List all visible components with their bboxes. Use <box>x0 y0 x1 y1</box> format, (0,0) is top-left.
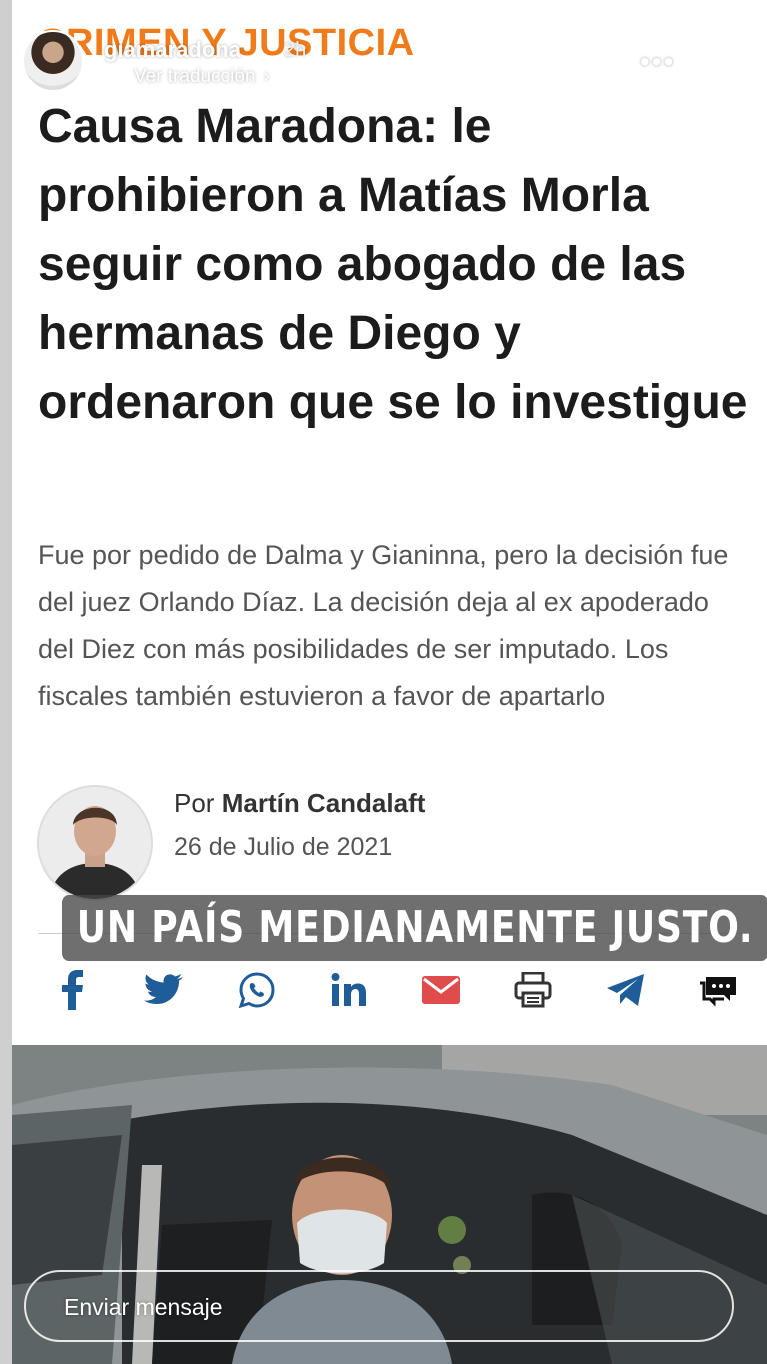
author-name[interactable]: Martín Candalaft <box>222 788 426 818</box>
story-progress-bar <box>20 15 747 18</box>
comments-icon[interactable] <box>696 968 740 1012</box>
send-message-input[interactable]: Enviar mensaje <box>24 1270 734 1342</box>
facebook-icon[interactable] <box>50 968 94 1012</box>
avatar[interactable] <box>22 30 84 92</box>
share-bar <box>50 968 740 1012</box>
print-icon[interactable] <box>511 968 555 1012</box>
translate-label: Ver traducción <box>134 66 256 87</box>
whatsapp-icon[interactable] <box>235 968 279 1012</box>
author-avatar <box>37 785 153 901</box>
instagram-story: CRIMEN Y JUSTICIA giamaradona 2h Ver tra… <box>0 0 767 1364</box>
story-username[interactable]: giamaradona <box>104 37 241 63</box>
linkedin-icon[interactable] <box>327 968 371 1012</box>
article-headline: Causa Maradona: le prohibieron a Matías … <box>38 100 748 429</box>
chevron-right-icon: › <box>263 66 270 87</box>
close-icon[interactable] <box>710 44 750 84</box>
translate-link[interactable]: Ver traducción › <box>108 66 270 88</box>
article-date: 26 de Julio de 2021 <box>174 833 393 861</box>
more-options-icon[interactable]: ••• <box>640 46 675 78</box>
article-summary: Fue por pedido de Dalma y Gianinna, pero… <box>38 540 729 711</box>
article-byline: Por Martín Candalaft <box>174 788 425 819</box>
story-text-sticker: UN PAÍS MEDIANAMENTE JUSTO. <box>62 895 767 961</box>
send-message-placeholder: Enviar mensaje <box>64 1294 223 1320</box>
byline-prefix: Por <box>174 788 215 818</box>
twitter-icon[interactable] <box>142 968 186 1012</box>
translate-icon <box>108 68 126 86</box>
story-time-ago: 2h <box>284 39 307 61</box>
email-icon[interactable] <box>419 968 463 1012</box>
telegram-icon[interactable] <box>604 968 648 1012</box>
